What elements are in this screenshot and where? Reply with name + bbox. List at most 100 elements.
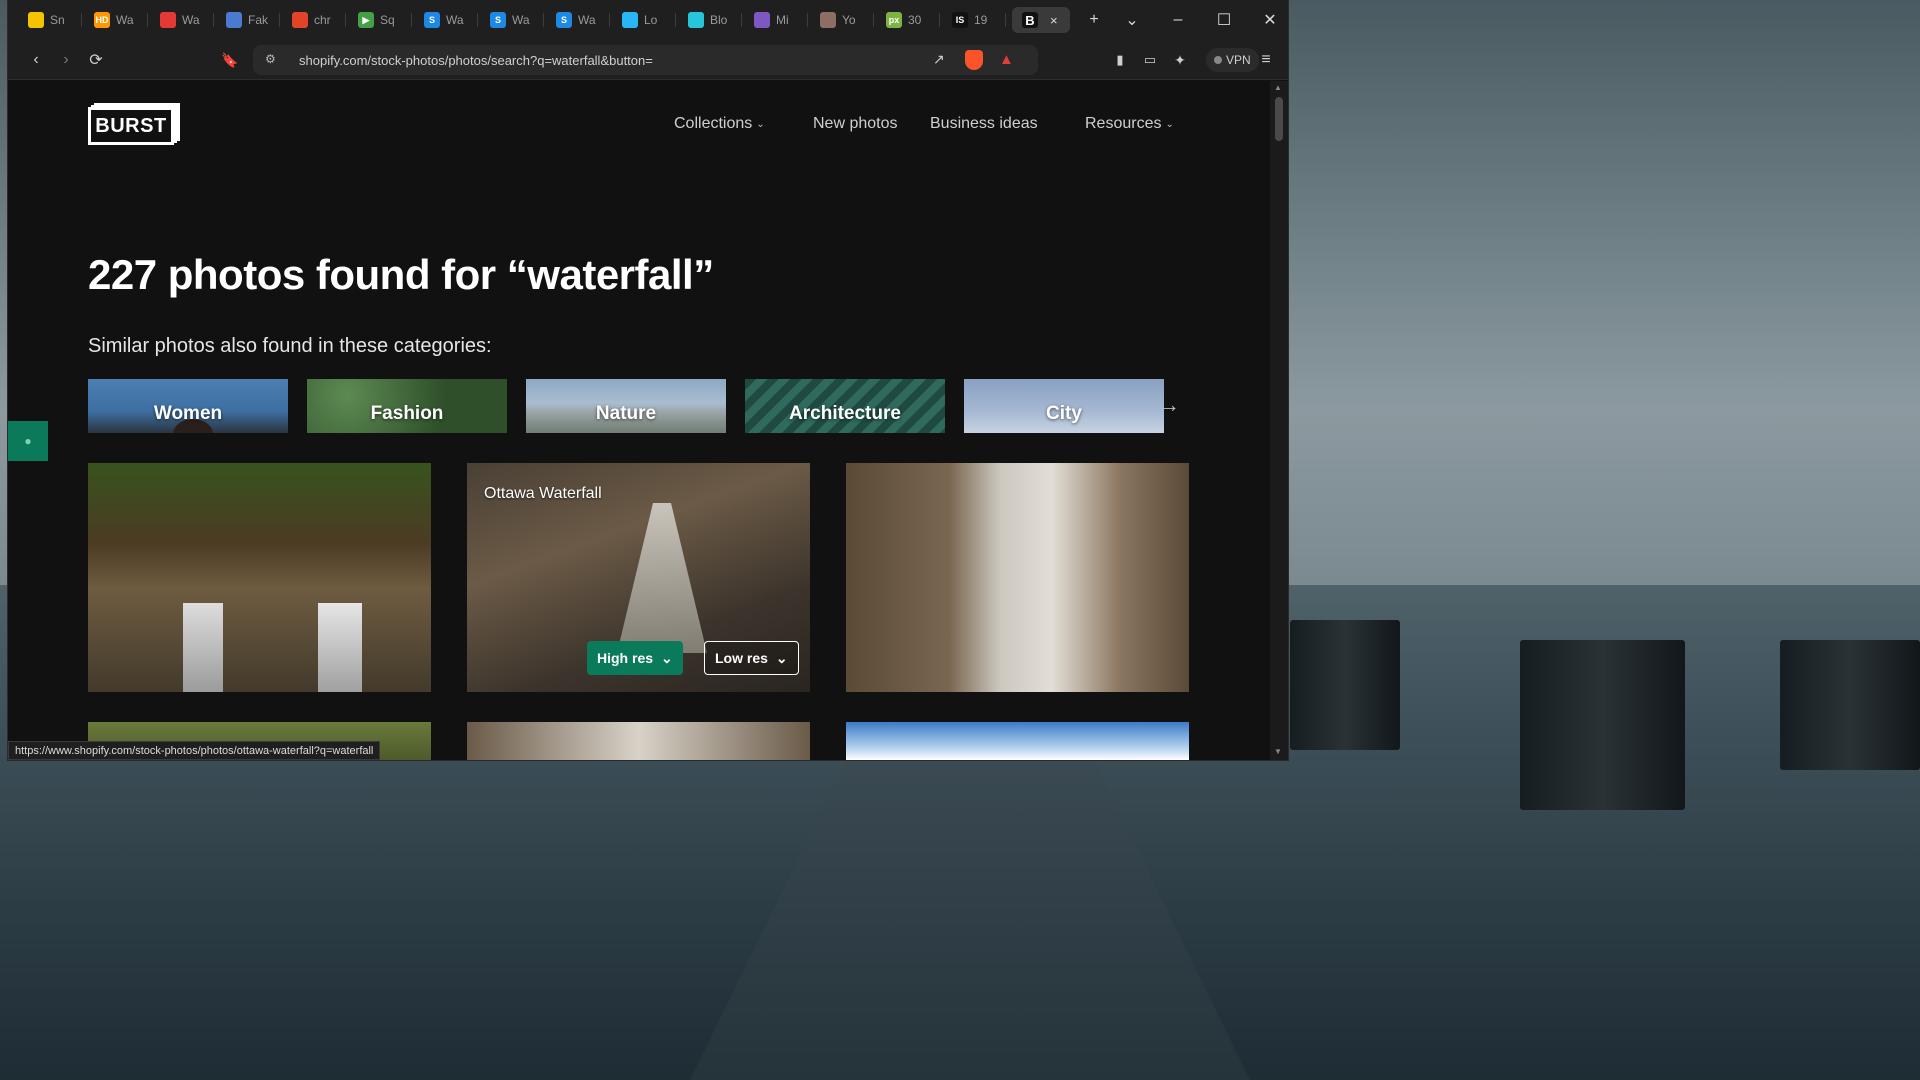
page-viewport: BURST Collections ⌄ New photos Business … <box>8 81 1270 760</box>
tab-label: Mi <box>776 13 789 27</box>
browser-tab[interactable]: Yo <box>810 7 870 33</box>
category-label: City <box>1046 403 1082 424</box>
nav-label: New photos <box>813 115 898 132</box>
browser-tab[interactable]: S Wa <box>480 7 540 33</box>
tab-label: 19 <box>974 13 988 27</box>
browser-tab[interactable]: S Wa <box>414 7 474 33</box>
tab-separator <box>873 13 874 27</box>
back-button[interactable]: ‹ <box>24 48 48 72</box>
category-label: Fashion <box>370 403 444 424</box>
tab-label: Fak <box>248 13 269 27</box>
tab-list-chevron-icon[interactable]: ⌄ <box>1120 8 1144 32</box>
bookmark-icon[interactable]: 🔖 <box>218 48 242 72</box>
tab-favicon-icon: S <box>556 12 572 28</box>
category-fashion[interactable]: Fashion <box>307 379 507 433</box>
nav-business-ideas[interactable]: Business ideas <box>930 115 1038 133</box>
chevron-down-icon: ⌄ <box>775 649 788 666</box>
forward-button[interactable]: › <box>54 48 78 72</box>
browser-window: Sn HD Wa Wa Fak chr ▶ Sq S Wa S Wa S Wa Lo Blo Mi Yo px 30 I… <box>8 0 1288 760</box>
wallpaper-post <box>1290 620 1400 750</box>
arrow-right-icon[interactable]: → <box>1158 392 1180 418</box>
photo-card[interactable] <box>467 722 810 760</box>
tab-favicon-icon <box>28 12 44 28</box>
nav-collections[interactable]: Collections ⌄ <box>674 115 765 133</box>
category-nature[interactable]: Nature <box>526 379 726 433</box>
tab-separator <box>411 13 412 27</box>
nav-resources[interactable]: Resources ⌄ <box>1085 115 1174 133</box>
category-label: Nature <box>595 403 657 424</box>
tab-favicon-icon <box>754 12 770 28</box>
tab-favicon-icon: HD <box>94 12 110 28</box>
browser-tab[interactable]: chr <box>282 7 342 33</box>
burst-logo[interactable]: BURST <box>88 103 180 145</box>
site-settings-icon[interactable]: ⚙ <box>265 52 276 66</box>
category-city[interactable]: City <box>964 379 1164 433</box>
brave-shield-icon[interactable] <box>965 50 983 70</box>
photo-card[interactable] <box>88 463 431 692</box>
tab-label: Wa <box>116 13 134 27</box>
vpn-label: VPN <box>1226 53 1251 67</box>
tab-favicon-icon: px <box>886 12 902 28</box>
scroll-up-arrow[interactable]: ▲ <box>1274 83 1282 92</box>
page-title: 227 photos found for “waterfall” <box>88 251 714 298</box>
tab-separator <box>609 13 610 27</box>
browser-tab[interactable]: IS 19 <box>942 7 1002 33</box>
category-label: Women <box>153 403 223 424</box>
category-women[interactable]: Women <box>88 379 288 433</box>
photo-card[interactable]: Ottawa Waterfall High res ⌄ Low res ⌄ <box>467 463 810 692</box>
close-window-button[interactable]: ✕ <box>1258 8 1282 32</box>
tab-separator <box>807 13 808 27</box>
tab-favicon-icon: B <box>1022 12 1038 28</box>
status-bar-url: https://www.shopify.com/stock-photos/pho… <box>8 741 381 760</box>
vpn-button[interactable]: VPN <box>1206 48 1259 72</box>
browser-tab[interactable]: Fak <box>216 7 276 33</box>
maximize-button[interactable]: ☐ <box>1212 8 1236 32</box>
browser-tab[interactable]: Sn <box>18 7 78 33</box>
category-architecture[interactable]: Architecture <box>745 379 945 433</box>
browser-tab-active[interactable]: B × <box>1012 7 1070 33</box>
browser-tab[interactable]: S Wa <box>546 7 606 33</box>
browser-tab[interactable]: ▶ Sq <box>348 7 408 33</box>
close-tab-icon[interactable]: × <box>1050 13 1058 28</box>
info-icon: ● <box>24 434 32 448</box>
reload-button[interactable]: ⟳ <box>84 48 108 72</box>
address-bar[interactable]: ⚙ shopify.com/stock-photos/photos/search… <box>253 45 1038 75</box>
high-res-download-button[interactable]: High res ⌄ <box>587 641 683 675</box>
tab-label: Sq <box>380 13 395 27</box>
wallpaper-post <box>1520 640 1685 810</box>
minimize-button[interactable]: – <box>1166 8 1190 32</box>
page-scrollbar[interactable]: ▲ ▼ <box>1270 81 1288 760</box>
tab-label: chr <box>314 13 331 27</box>
new-tab-button[interactable]: + <box>1082 8 1106 32</box>
wallet-icon[interactable]: ▭ <box>1138 48 1162 72</box>
photo-card[interactable] <box>846 463 1189 692</box>
leo-ai-icon[interactable]: ✦ <box>1168 48 1192 72</box>
scroll-thumb[interactable] <box>1275 97 1283 141</box>
sidebar-toggle-icon[interactable]: ▮ <box>1108 48 1132 72</box>
feedback-tab[interactable]: ● <box>8 421 48 461</box>
tab-separator <box>147 13 148 27</box>
share-icon[interactable]: ↗ <box>933 51 945 68</box>
brave-rewards-icon[interactable]: ▲ <box>999 51 1014 68</box>
nav-label: Resources <box>1085 115 1162 132</box>
browser-tab[interactable]: Lo <box>612 7 672 33</box>
browser-tab[interactable]: Wa <box>150 7 210 33</box>
wallpaper-post <box>1780 640 1920 770</box>
photo-card[interactable] <box>846 722 1189 760</box>
browser-tab[interactable]: Blo <box>678 7 738 33</box>
tab-separator <box>477 13 478 27</box>
tab-favicon-icon <box>226 12 242 28</box>
browser-tab[interactable]: HD Wa <box>84 7 144 33</box>
nav-new-photos[interactable]: New photos <box>813 115 898 133</box>
scroll-down-arrow[interactable]: ▼ <box>1274 747 1282 756</box>
tab-favicon-icon: ▶ <box>358 12 374 28</box>
tab-favicon-icon: S <box>490 12 506 28</box>
low-res-download-button[interactable]: Low res ⌄ <box>704 641 799 675</box>
browser-tab[interactable]: Mi <box>744 7 804 33</box>
tab-separator <box>939 13 940 27</box>
menu-icon[interactable]: ≡ <box>1254 48 1278 72</box>
browser-tab[interactable]: px 30 <box>876 7 936 33</box>
tab-label: Sn <box>50 13 65 27</box>
url-text: shopify.com/stock-photos/photos/search?q… <box>299 53 653 68</box>
browser-toolbar: ‹ › ⟳ 🔖 ⚙ shopify.com/stock-photos/photo… <box>8 40 1288 80</box>
